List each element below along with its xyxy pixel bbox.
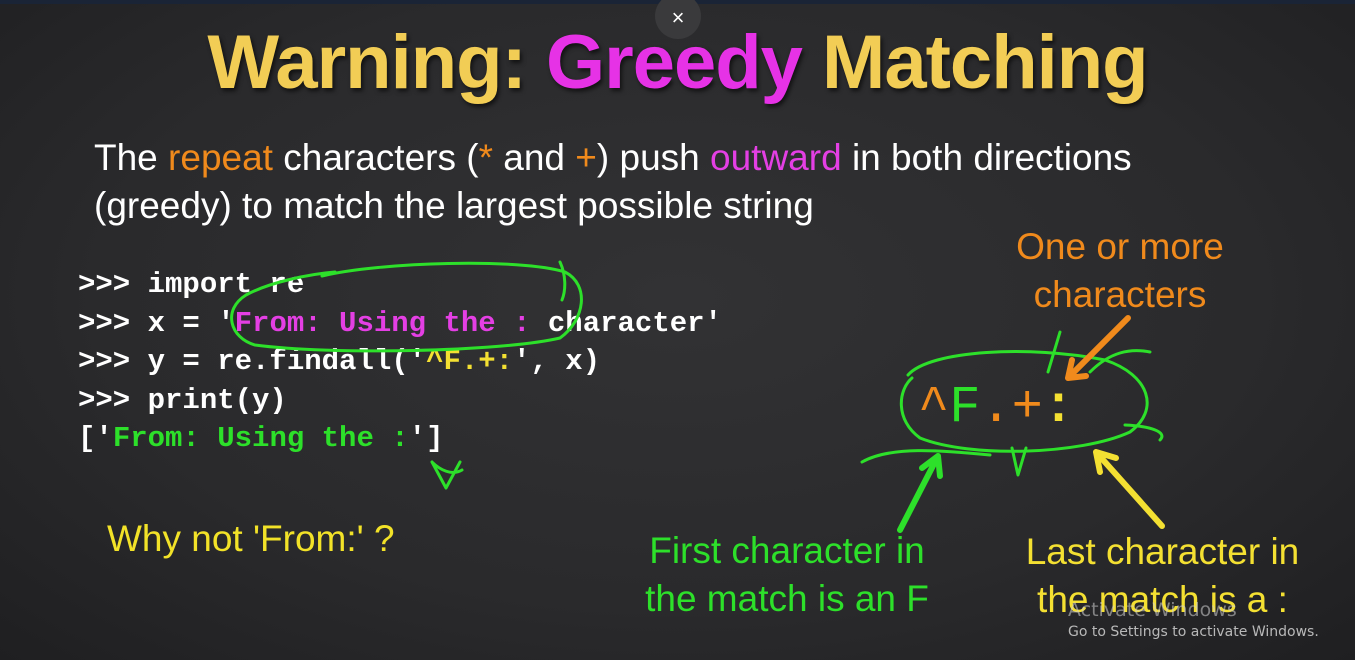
code-line-assign: >>> x = 'From: Using the : character' — [78, 305, 722, 344]
regex-caret: ^ — [918, 378, 950, 437]
code-line-output: ['From: Using the :'] — [78, 420, 722, 459]
label-line: the match is an F — [645, 578, 929, 619]
label-line: One or more — [1016, 226, 1224, 267]
code-line-import: >>> import re — [78, 268, 305, 301]
title-matching: Matching — [801, 20, 1149, 105]
code-text: >>> x = ' — [78, 306, 235, 340]
regex-plus: + — [1011, 378, 1043, 437]
code-text: [' — [78, 422, 113, 455]
regex-f: F — [949, 378, 981, 437]
freehand-scribble-bottom — [860, 446, 1028, 477]
activate-windows-watermark: Activate Windows Go to Settings to activ… — [1068, 598, 1328, 642]
arrow-last-character — [1093, 449, 1165, 529]
code-text: ', x) — [513, 345, 601, 378]
subtitle-text: characters ( — [272, 137, 479, 178]
label-line: First character in — [649, 530, 925, 571]
label-first-character: First character in the match is an F — [622, 527, 952, 623]
code-text: '] — [408, 422, 444, 455]
subtitle-text: in both directions — [841, 137, 1132, 178]
code-highlight-string: From: Using the : — [234, 306, 531, 340]
subtitle-repeat: repeat — [168, 137, 273, 178]
regex-colon: : — [1042, 378, 1075, 437]
why-question: Why not 'From:' ? — [107, 518, 395, 559]
code-text: >>> y = re.findall(' — [78, 345, 427, 378]
subtitle-plus: + — [575, 137, 597, 178]
label-line: characters — [1033, 274, 1207, 315]
label-one-or-more: One or more characters — [1000, 223, 1240, 319]
code-regex: ^F.+: — [426, 345, 514, 378]
title-warning: Warning: — [207, 20, 546, 105]
subtitle-line1: The repeat characters (* and +) push out… — [94, 134, 1254, 182]
regex-display: ^F.+: — [918, 378, 1074, 438]
subtitle-text: ) push — [596, 137, 711, 178]
slide: Warning: Greedy Matching The repeat char… — [0, 0, 1355, 660]
code-line-findall: >>> y = re.findall('^F.+:', x) — [78, 343, 722, 382]
label-line: Last character in — [1025, 531, 1300, 572]
freehand-mark-under-code — [430, 460, 464, 490]
subtitle: The repeat characters (* and +) push out… — [94, 134, 1254, 230]
code-line-print: >>> print(y) — [78, 383, 287, 417]
subtitle-text: and — [493, 137, 576, 178]
code-output-match: From: Using the : — [112, 422, 409, 455]
subtitle-star: * — [478, 137, 493, 178]
subtitle-text: The — [94, 137, 169, 178]
freehand-scribble-top — [1046, 330, 1152, 374]
arrow-first-character — [897, 453, 943, 533]
code-text: character' — [530, 306, 722, 340]
watermark-title: Activate Windows — [1068, 599, 1237, 621]
regex-dot: . — [980, 378, 1012, 437]
code-block: >>> import re >>> x = 'From: Using the : … — [78, 266, 722, 459]
subtitle-outward: outward — [710, 137, 842, 178]
watermark-subtitle: Go to Settings to activate Windows. — [1068, 624, 1319, 640]
arrow-one-or-more — [1065, 315, 1131, 381]
